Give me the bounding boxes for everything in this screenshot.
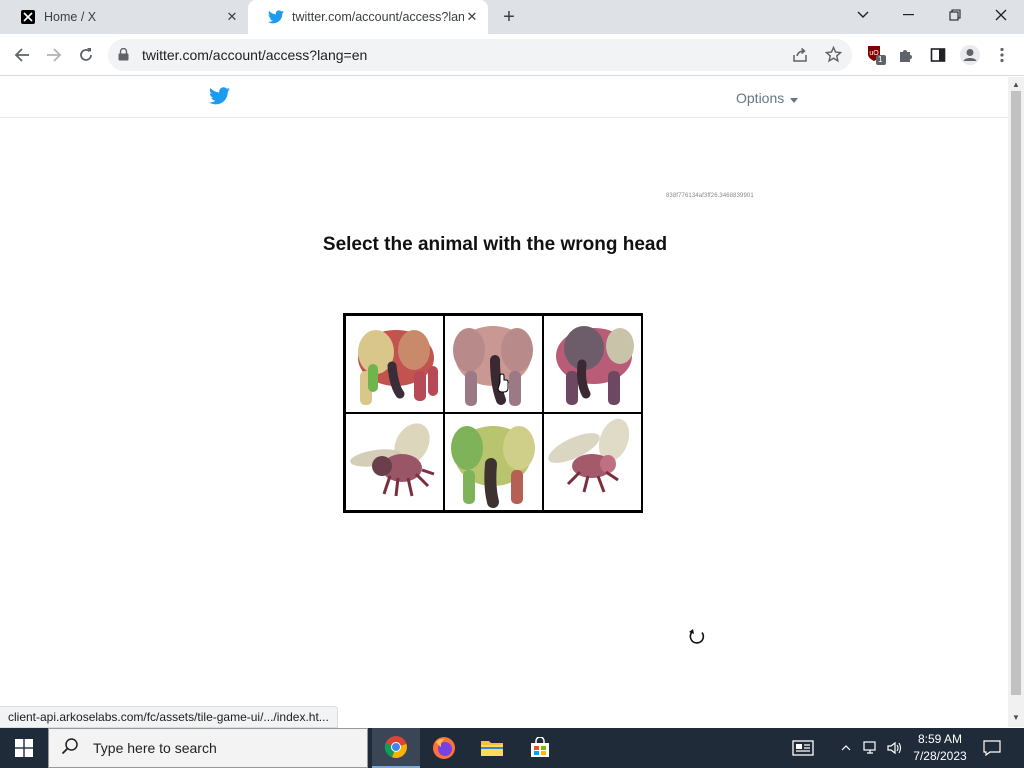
scrollbar-thumb[interactable] xyxy=(1011,91,1021,695)
session-id: 838f776134af3ff26.3468839901 xyxy=(666,193,754,199)
minimize-button[interactable] xyxy=(886,0,932,30)
captcha-tile-elephant-selected[interactable] xyxy=(445,316,542,412)
close-tab-icon[interactable]: ✕ xyxy=(464,9,480,25)
x-logo-icon xyxy=(20,9,36,25)
caret-down-icon xyxy=(790,90,799,106)
captcha-prompt: Select the animal with the wrong head xyxy=(322,234,668,255)
captcha-tile-elephant[interactable] xyxy=(346,316,443,412)
side-panel-icon[interactable] xyxy=(926,43,950,67)
close-window-button[interactable] xyxy=(978,0,1024,30)
clock-time: 8:59 AM xyxy=(917,732,963,746)
lock-icon[interactable] xyxy=(118,47,129,66)
back-arrow-icon[interactable] xyxy=(10,43,34,67)
taskbar-clock[interactable]: 8:59 AM 7/28/2023 xyxy=(906,731,974,765)
new-tab-button[interactable]: + xyxy=(498,6,520,28)
microsoft-store-taskbar-icon[interactable] xyxy=(516,728,564,768)
vertical-scrollbar[interactable]: ▲ ▼ xyxy=(1008,77,1024,727)
scroll-down-arrow-icon[interactable]: ▼ xyxy=(1012,713,1020,722)
captcha-tile-bee[interactable] xyxy=(544,414,641,510)
url-text[interactable]: twitter.com/account/access?lang=en xyxy=(142,47,367,63)
status-bar-link: client-api.arkoselabs.com/fc/assets/tile… xyxy=(0,706,338,728)
ublock-extension-icon[interactable]: uO 1 xyxy=(864,43,888,67)
tab-title: twitter.com/account/access?lang xyxy=(292,10,464,24)
extension-badge: 1 xyxy=(878,55,883,64)
bookmark-star-icon[interactable] xyxy=(824,45,843,68)
chrome-taskbar-icon[interactable] xyxy=(372,728,420,768)
tab-strip: Home / X ✕ twitter.com/account/access?la… xyxy=(0,0,1024,34)
options-dropdown[interactable]: Options xyxy=(736,90,799,106)
clock-date: 7/28/2023 xyxy=(913,749,967,763)
tab-title: Home / X xyxy=(44,10,97,24)
captcha-tile-elephant[interactable] xyxy=(544,316,641,412)
extensions-puzzle-icon[interactable] xyxy=(894,43,918,67)
options-label: Options xyxy=(736,90,785,106)
close-tab-icon[interactable]: ✕ xyxy=(224,9,240,25)
forward-arrow-icon[interactable] xyxy=(42,43,66,67)
network-icon[interactable] xyxy=(860,728,882,768)
taskbar-search-box[interactable]: Type here to search xyxy=(48,728,368,768)
twitter-bird-icon xyxy=(268,9,284,25)
tab-search-chevron-icon[interactable] xyxy=(840,0,886,30)
captcha-tile-elephant[interactable] xyxy=(445,414,542,510)
volume-icon[interactable] xyxy=(884,728,906,768)
twitter-header: Options xyxy=(0,77,1008,118)
windows-start-icon[interactable] xyxy=(0,728,48,768)
share-icon[interactable] xyxy=(792,47,808,68)
restore-button[interactable] xyxy=(932,0,978,30)
notifications-icon[interactable] xyxy=(980,728,1004,768)
firefox-taskbar-icon[interactable] xyxy=(420,728,468,768)
windows-taskbar: Type here to search 8:59 AM 7/28/2023 xyxy=(0,728,1024,768)
tab-twitter-access[interactable]: twitter.com/account/access?lang ✕ xyxy=(248,0,488,34)
reload-icon[interactable] xyxy=(74,43,98,67)
search-icon xyxy=(61,737,79,760)
twitter-logo-icon[interactable] xyxy=(209,87,230,110)
tab-home-x[interactable]: Home / X ✕ xyxy=(0,0,248,34)
captcha-tile-bee[interactable] xyxy=(346,414,443,510)
file-explorer-taskbar-icon[interactable] xyxy=(468,728,516,768)
profile-avatar-icon[interactable] xyxy=(958,43,982,67)
browser-toolbar: twitter.com/account/access?lang=en uO 1 xyxy=(0,34,1024,76)
address-bar[interactable]: twitter.com/account/access?lang=en xyxy=(108,39,852,71)
page-content: Options 838f776134af3ff26.3468839901 Sel… xyxy=(0,77,1008,727)
scroll-up-arrow-icon[interactable]: ▲ xyxy=(1012,80,1020,89)
search-placeholder: Type here to search xyxy=(93,740,217,756)
tray-chevron-up-icon[interactable] xyxy=(838,728,854,768)
captcha-reload-icon[interactable] xyxy=(687,627,707,652)
news-widget-icon[interactable] xyxy=(788,728,818,768)
captcha-tile-grid xyxy=(343,313,643,513)
chrome-menu-icon[interactable] xyxy=(990,43,1014,67)
